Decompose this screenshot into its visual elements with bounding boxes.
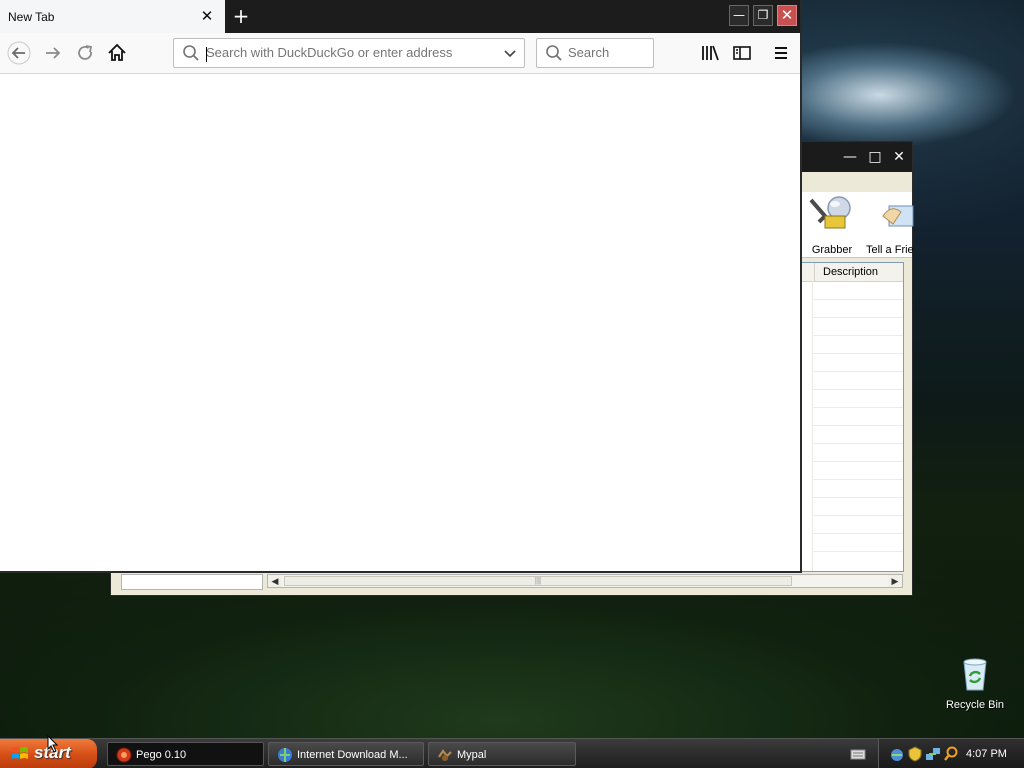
grabber-icon xyxy=(809,196,851,230)
tell-a-friend-label: Tell a Frie xyxy=(866,244,914,256)
mouse-cursor-icon xyxy=(47,735,59,753)
close-button[interactable]: ✕ xyxy=(777,5,797,26)
recycle-bin-desktop-icon[interactable]: Recycle Bin xyxy=(944,656,1006,711)
recycle-bin-label: Recycle Bin xyxy=(945,699,1005,711)
reload-icon[interactable] xyxy=(73,41,97,65)
windows-flag-icon xyxy=(11,745,29,763)
search-icon xyxy=(545,44,563,62)
minimize-button[interactable]: — xyxy=(729,5,749,26)
browser-window: New Tab ✕ + — ❐ ✕ xyxy=(0,0,802,573)
scroll-right-button[interactable]: ▶ xyxy=(888,575,902,587)
row-line xyxy=(812,389,903,390)
taskbar-item-label: Pego 0.10 xyxy=(136,749,187,761)
row-line xyxy=(812,371,903,372)
chevron-down-icon[interactable] xyxy=(502,45,518,61)
idm-icon xyxy=(277,747,293,763)
address-input[interactable] xyxy=(206,45,496,60)
row-line xyxy=(812,461,903,462)
row-line xyxy=(812,335,903,336)
text-caret xyxy=(206,47,207,62)
library-icon[interactable] xyxy=(698,41,722,65)
row-line xyxy=(812,551,903,552)
forward-arrow-icon[interactable] xyxy=(41,41,65,65)
new-tab-plus-icon[interactable]: + xyxy=(230,5,252,27)
taskbar-item-internet-download-manager[interactable]: Internet Download M... xyxy=(268,742,424,766)
row-line xyxy=(812,353,903,354)
restore-button[interactable]: ❐ xyxy=(753,5,773,26)
home-icon[interactable] xyxy=(105,41,129,65)
recycle-bin-icon xyxy=(944,656,1006,695)
category-tree-box[interactable] xyxy=(121,574,263,590)
horizontal-scrollbar[interactable]: ◀ ||| ▶ xyxy=(267,574,903,588)
keyboard-icon[interactable] xyxy=(850,747,866,761)
network-connection-icon[interactable] xyxy=(925,746,941,762)
security-shield-icon[interactable] xyxy=(907,746,923,762)
clock[interactable]: 4:07 PM xyxy=(966,739,1007,768)
taskbar-item-mypal[interactable]: Mypal xyxy=(428,742,576,766)
tab-close-icon[interactable]: ✕ xyxy=(199,7,215,25)
idm-minimize-button[interactable]: — xyxy=(840,148,860,166)
idm-maximize-button[interactable]: □ xyxy=(865,148,885,166)
sidebar-toggle-icon[interactable] xyxy=(730,41,754,65)
taskbar-item-label: Internet Download M... xyxy=(297,749,408,761)
mypal-icon xyxy=(437,747,453,763)
taskbar-item-label: Mypal xyxy=(457,749,487,761)
row-line xyxy=(812,443,903,444)
tab-title: New Tab xyxy=(8,10,55,24)
column-divider xyxy=(812,281,813,571)
network-icon[interactable] xyxy=(889,746,905,762)
scroll-left-button[interactable]: ◀ xyxy=(268,575,282,587)
tell-a-friend-button[interactable]: Tell a Frie xyxy=(861,196,919,256)
idm-bottom-area: ◀ ||| ▶ xyxy=(111,572,912,596)
tab-bar[interactable]: New Tab ✕ + — ❐ ✕ xyxy=(0,0,800,33)
search-icon[interactable] xyxy=(943,746,959,762)
address-bar[interactable] xyxy=(173,38,525,68)
idm-close-button[interactable]: ✕ xyxy=(889,148,909,166)
row-line xyxy=(812,533,903,534)
row-line xyxy=(812,317,903,318)
search-icon xyxy=(182,44,200,62)
row-line xyxy=(812,299,903,300)
row-line xyxy=(812,425,903,426)
search-input[interactable] xyxy=(568,45,648,60)
search-bar[interactable] xyxy=(536,38,654,68)
hamburger-menu-icon[interactable] xyxy=(769,41,793,65)
taskbar: start Pego 0.10 Internet Download M... M… xyxy=(0,738,1024,768)
column-description[interactable]: Description xyxy=(814,263,878,281)
pego-icon xyxy=(116,747,132,763)
tab-new-tab[interactable]: New Tab ✕ xyxy=(0,0,225,33)
row-line xyxy=(812,407,903,408)
taskbar-item-pego[interactable]: Pego 0.10 xyxy=(107,742,264,766)
tell-a-friend-icon xyxy=(873,196,914,230)
grabber-label: Grabber xyxy=(811,244,853,256)
page-content[interactable] xyxy=(0,74,800,571)
row-line xyxy=(812,497,903,498)
row-line xyxy=(812,515,903,516)
back-arrow-icon[interactable] xyxy=(7,41,31,65)
scroll-thumb[interactable]: ||| xyxy=(284,576,792,586)
grabber-button[interactable]: Grabber xyxy=(803,196,861,256)
row-line xyxy=(812,479,903,480)
navigation-toolbar xyxy=(0,33,800,74)
